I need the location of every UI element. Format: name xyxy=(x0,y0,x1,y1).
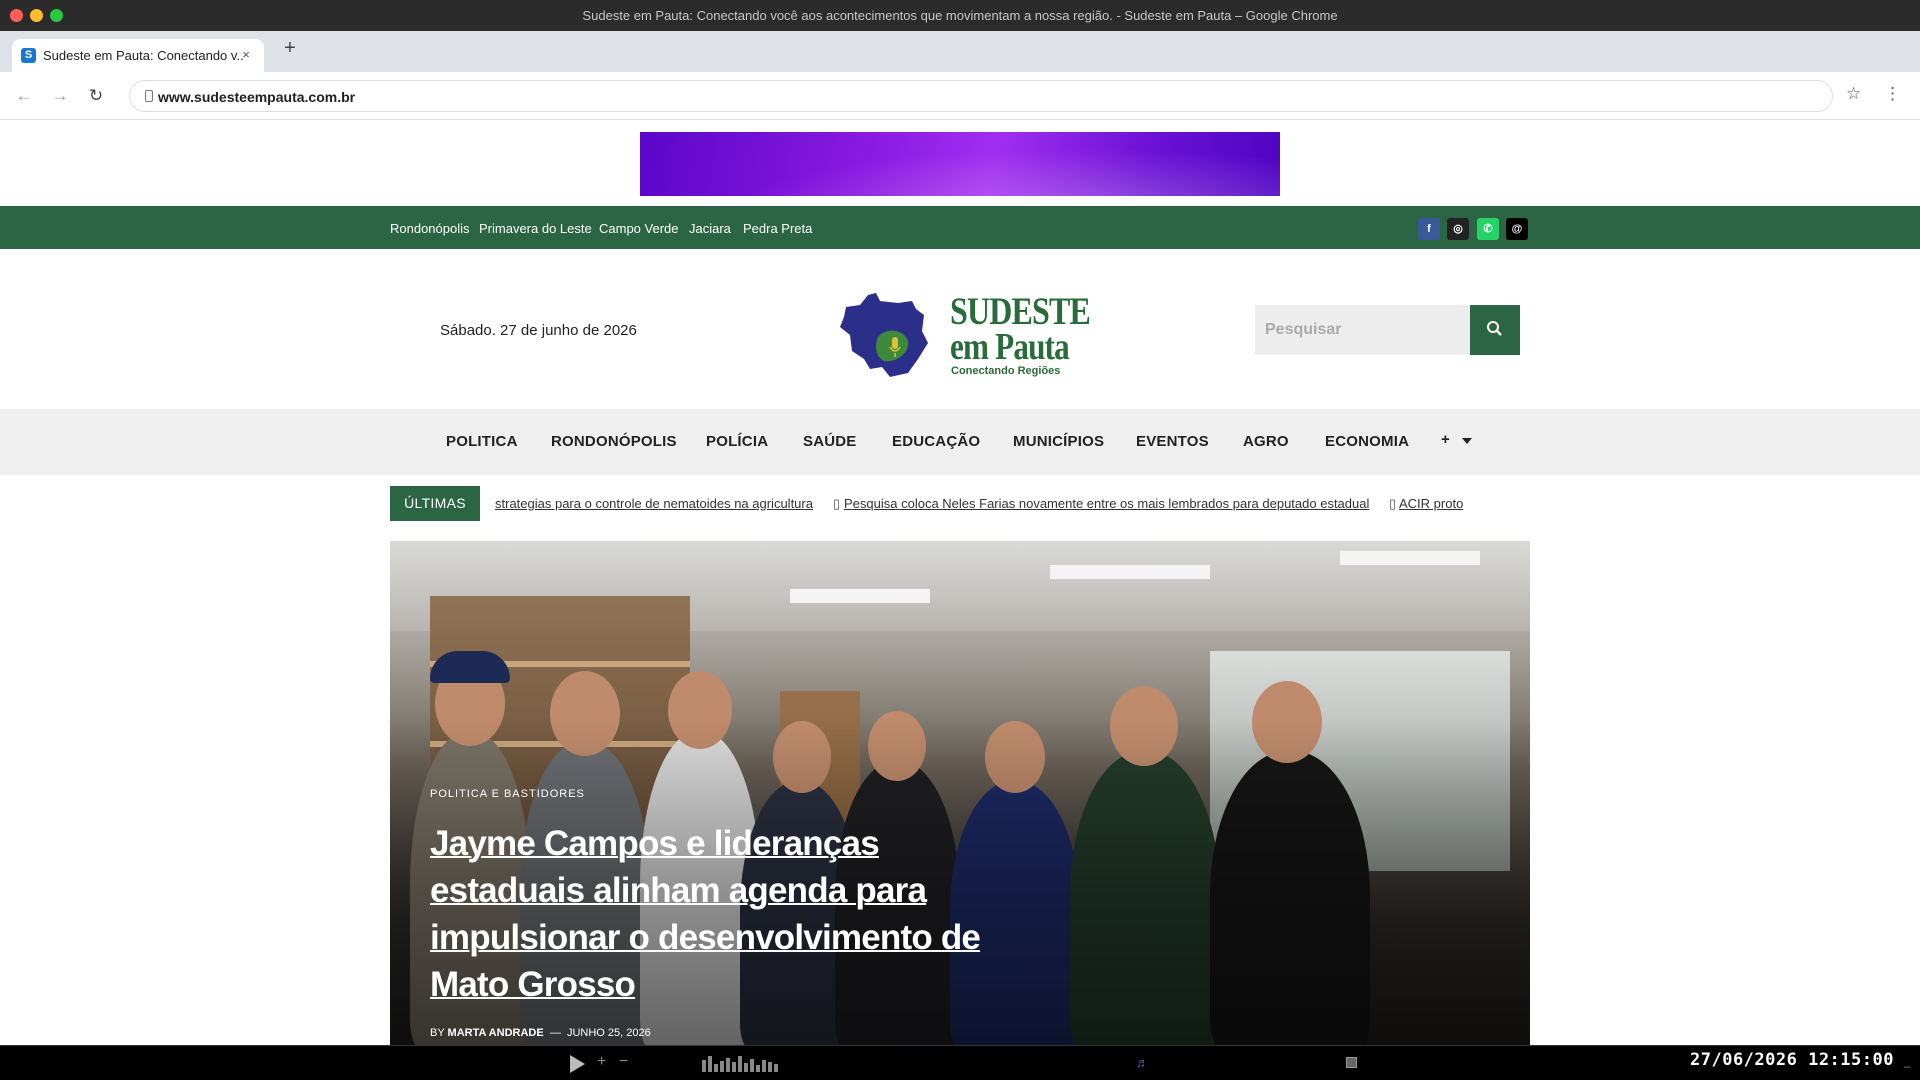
site-header: Sábado. 27 de junho de 2026 SUDESTE em P… xyxy=(0,249,1920,409)
back-button[interactable]: ← xyxy=(13,85,35,107)
ticker-separator-icon: ▯ xyxy=(833,496,841,511)
browser-tab[interactable]: S Sudeste em Pauta: Conectando v... × xyxy=(12,39,264,72)
ticker-item[interactable]: ACIR proto xyxy=(1399,496,1463,511)
city-link-campo-verde[interactable]: Campo Verde xyxy=(599,221,679,236)
search-input[interactable] xyxy=(1255,305,1470,355)
volume-up-button[interactable]: + xyxy=(597,1053,606,1071)
logo-title-line2: em Pauta xyxy=(950,326,1070,368)
window-titlebar: Sudeste em Pauta: Conectando você aos ac… xyxy=(0,0,1920,31)
top-bar: Rondonópolis Primavera do Leste Campo Ve… xyxy=(0,206,1920,249)
instagram-icon[interactable]: ◎ xyxy=(1447,218,1469,240)
city-link-primavera-do-leste[interactable]: Primavera do Leste xyxy=(479,221,592,236)
article-date: JUNHO 25, 2026 xyxy=(566,1027,651,1039)
nav-item-policia[interactable]: POLÍCIA xyxy=(706,433,768,450)
nav-item-saude[interactable]: SAÚDE xyxy=(803,433,857,450)
clock-display: 27/06/2026 12:15:00 xyxy=(1690,1050,1894,1070)
article-title[interactable]: Jayme Campos e lideranças estaduais alin… xyxy=(430,820,1020,1008)
search-icon xyxy=(1487,321,1502,336)
meta-separator: — xyxy=(549,1027,561,1039)
mato-grosso-map-icon xyxy=(840,293,928,377)
bookmark-star-icon[interactable]: ☆ xyxy=(1846,84,1861,104)
site-info-icon[interactable] xyxy=(145,90,153,102)
featured-article[interactable]: POLITICA E BASTIDORES Jayme Campos e lid… xyxy=(390,541,1530,1045)
nav-item-politica[interactable]: POLITICA xyxy=(446,433,518,450)
ticker-label: ÚLTIMAS xyxy=(390,486,480,521)
threads-icon[interactable]: @ xyxy=(1506,218,1528,240)
stop-icon[interactable] xyxy=(1346,1057,1357,1068)
browser-menu-icon[interactable]: ⋮ xyxy=(1884,84,1901,104)
nav-item-agro[interactable]: AGRO xyxy=(1243,433,1289,450)
nav-item-municipios[interactable]: MUNICÍPIOS xyxy=(1013,433,1104,450)
main-navigation: POLITICA RONDONÓPOLIS POLÍCIA SAÚDE EDUC… xyxy=(0,409,1920,475)
play-icon[interactable] xyxy=(570,1055,585,1073)
tab-title: Sudeste em Pauta: Conectando v... xyxy=(43,48,243,63)
ticker-item[interactable]: strategias para o controle de nematoides… xyxy=(495,496,813,511)
city-link-pedra-preta[interactable]: Pedra Preta xyxy=(743,221,812,236)
news-ticker: strategias para o controle de nematoides… xyxy=(495,486,1465,521)
city-link-jaciara[interactable]: Jaciara xyxy=(689,221,731,236)
byline-prefix: BY xyxy=(430,1027,445,1039)
logo-tagline: Conectando Regiões xyxy=(951,365,1061,377)
music-note-icon[interactable]: ♬ xyxy=(1136,1055,1149,1070)
facebook-icon[interactable]: f xyxy=(1418,218,1440,240)
site-logo[interactable]: SUDESTE em Pauta Conectando Regiões xyxy=(838,287,1091,379)
volume-down-button[interactable]: − xyxy=(619,1053,628,1071)
article-category[interactable]: POLITICA E BASTIDORES xyxy=(430,788,585,800)
browser-toolbar: ← → ↻ www.sudesteempauta.com.br ☆ ⋮ xyxy=(0,72,1920,120)
nav-more-button[interactable]: + xyxy=(1441,431,1450,448)
equalizer-icon xyxy=(702,1056,792,1072)
forward-button[interactable]: → xyxy=(49,85,71,107)
current-date: Sábado. 27 de junho de 2026 xyxy=(440,322,637,339)
favicon-icon: S xyxy=(21,48,36,63)
nav-item-educacao[interactable]: EDUCAÇÃO xyxy=(892,433,980,450)
reload-button[interactable]: ↻ xyxy=(85,85,107,107)
new-tab-button[interactable]: + xyxy=(280,38,300,58)
ticker-item[interactable]: Pesquisa coloca Neles Farias novamente e… xyxy=(844,496,1369,511)
chevron-down-icon[interactable] xyxy=(1462,438,1472,444)
nav-item-economia[interactable]: ECONOMIA xyxy=(1325,433,1409,450)
tab-close-button[interactable]: × xyxy=(238,47,254,63)
window-title: Sudeste em Pauta: Conectando você aos ac… xyxy=(582,8,1338,23)
address-bar[interactable]: www.sudesteempauta.com.br xyxy=(129,80,1833,112)
search-button[interactable] xyxy=(1470,305,1520,355)
media-player-bar: + − ♬ 27/06/2026 12:15:00 _ xyxy=(0,1045,1920,1080)
nav-item-rondonopolis[interactable]: RONDONÓPOLIS xyxy=(551,433,677,450)
city-link-rondonopolis[interactable]: Rondonópolis xyxy=(390,221,470,236)
article-author[interactable]: MARTA ANDRADE xyxy=(448,1027,544,1039)
clock-cursor: _ xyxy=(1904,1054,1911,1068)
nav-item-eventos[interactable]: EVENTOS xyxy=(1136,433,1209,450)
article-meta: BY MARTA ANDRADE — JUNHO 25, 2026 xyxy=(430,1027,651,1039)
banner-ad[interactable] xyxy=(640,132,1280,196)
tab-strip: S Sudeste em Pauta: Conectando v... × + xyxy=(0,31,1920,72)
whatsapp-icon[interactable]: ✆ xyxy=(1477,218,1499,240)
url-text[interactable]: www.sudesteempauta.com.br xyxy=(158,89,355,105)
ticker-separator-icon: ▯ xyxy=(1389,496,1397,511)
